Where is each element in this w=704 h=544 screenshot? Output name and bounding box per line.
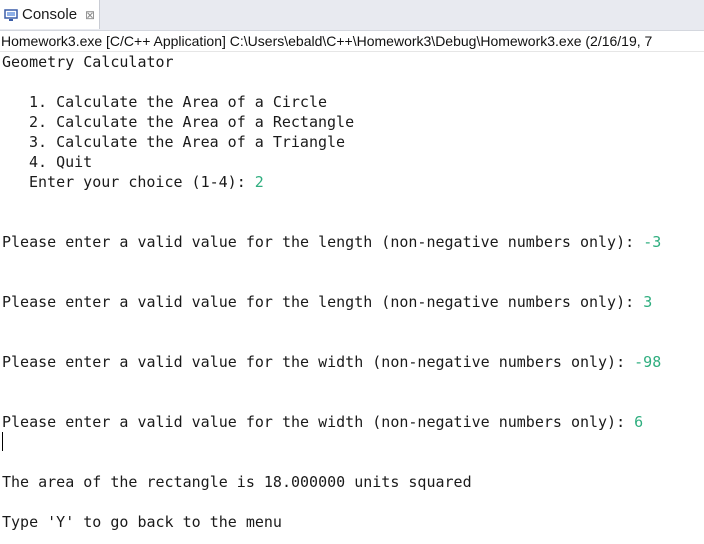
close-icon[interactable]: ⊠ [85,8,95,22]
choice-input-value: 2 [254,173,264,191]
text-caret [2,432,3,451]
prompt-input-value: -98 [634,353,662,371]
prompt-text: Please enter a valid value for the width… [2,353,635,371]
console-title: Geometry Calculator [2,53,174,71]
console-monitor-icon [4,8,18,22]
choice-line: Enter your choice (1-4): 2 [29,172,264,192]
prompt-text: Please enter a valid value for the width… [2,413,635,431]
menu-return-line: Type 'Y' to go back to the menu [2,513,282,531]
prompt-line: Please enter a valid value for the width… [2,352,661,372]
menu-item: 1. Calculate the Area of a Circle [29,93,328,111]
prompt-input-value: 3 [643,293,653,311]
prompt-line: Please enter a valid value for the width… [2,412,643,432]
prompt-input-value: 6 [634,413,644,431]
view-tab-bar: Console ⊠ [0,0,704,31]
console-tab-label: Console [22,6,78,23]
result-line: The area of the rectangle is 18.000000 u… [2,473,472,491]
console-tab[interactable]: Console ⊠ [0,0,100,29]
prompt-input-value: -3 [643,233,662,251]
prompt-text: Please enter a valid value for the lengt… [2,233,644,251]
process-status-line: Homework3.exe [C/C++ Application] C:\Use… [0,31,704,52]
prompt-line: Please enter a valid value for the lengt… [2,232,661,252]
console-output[interactable]: Geometry Calculator 1. Calculate the Are… [0,52,704,544]
choice-prompt: Enter your choice (1-4): [29,173,255,191]
prompt-text: Please enter a valid value for the lengt… [2,293,644,311]
menu-item: 2. Calculate the Area of a Rectangle [29,113,355,131]
menu-item: 3. Calculate the Area of a Triangle [29,133,346,151]
prompt-line: Please enter a valid value for the lengt… [2,292,652,312]
menu-item: 4. Quit [29,153,93,171]
